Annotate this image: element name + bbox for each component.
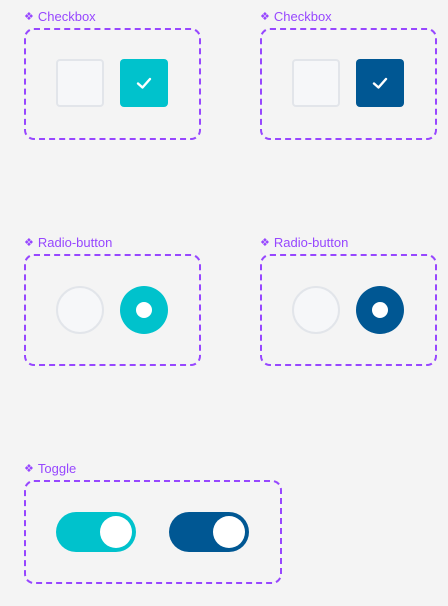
component-diamond-icon: ❖ [260, 236, 270, 249]
radio-selected-navy[interactable] [356, 286, 404, 334]
checkbox-group-label: ❖ Checkbox [260, 9, 332, 25]
radio-dot [372, 302, 388, 318]
toggle-label-text: Toggle [37, 461, 77, 476]
checkbox-group-label: ❖ Checkbox [24, 9, 96, 25]
component-diamond-icon: ❖ [24, 462, 34, 475]
radio-selected-teal[interactable] [120, 286, 168, 334]
checkbox-component-frame [24, 28, 201, 140]
component-diamond-icon: ❖ [24, 10, 34, 23]
radio-group-label: ❖ Radio-button [260, 235, 348, 251]
checkmark-icon [136, 77, 152, 89]
radio-unselected[interactable] [56, 286, 104, 334]
radio-label-text: Radio-button [37, 235, 113, 250]
toggle-on-navy[interactable] [169, 512, 249, 552]
component-diamond-icon: ❖ [260, 10, 270, 23]
checkbox-label-text: Checkbox [273, 9, 332, 24]
radio-component-frame [260, 254, 437, 366]
component-diamond-icon: ❖ [24, 236, 34, 249]
radio-group-label: ❖ Radio-button [24, 235, 112, 251]
checkbox-checked-teal[interactable] [120, 59, 168, 107]
toggle-knob [100, 516, 132, 548]
toggle-on-teal[interactable] [56, 512, 136, 552]
toggle-group-label: ❖ Toggle [24, 461, 76, 477]
checkbox-unchecked[interactable] [56, 59, 104, 107]
checkbox-label-text: Checkbox [37, 9, 96, 24]
toggle-knob [213, 516, 245, 548]
checkbox-unchecked[interactable] [292, 59, 340, 107]
radio-component-frame [24, 254, 201, 366]
radio-dot [136, 302, 152, 318]
checkbox-component-frame [260, 28, 437, 140]
radio-unselected[interactable] [292, 286, 340, 334]
checkmark-icon [372, 77, 388, 89]
radio-label-text: Radio-button [273, 235, 349, 250]
checkbox-checked-navy[interactable] [356, 59, 404, 107]
